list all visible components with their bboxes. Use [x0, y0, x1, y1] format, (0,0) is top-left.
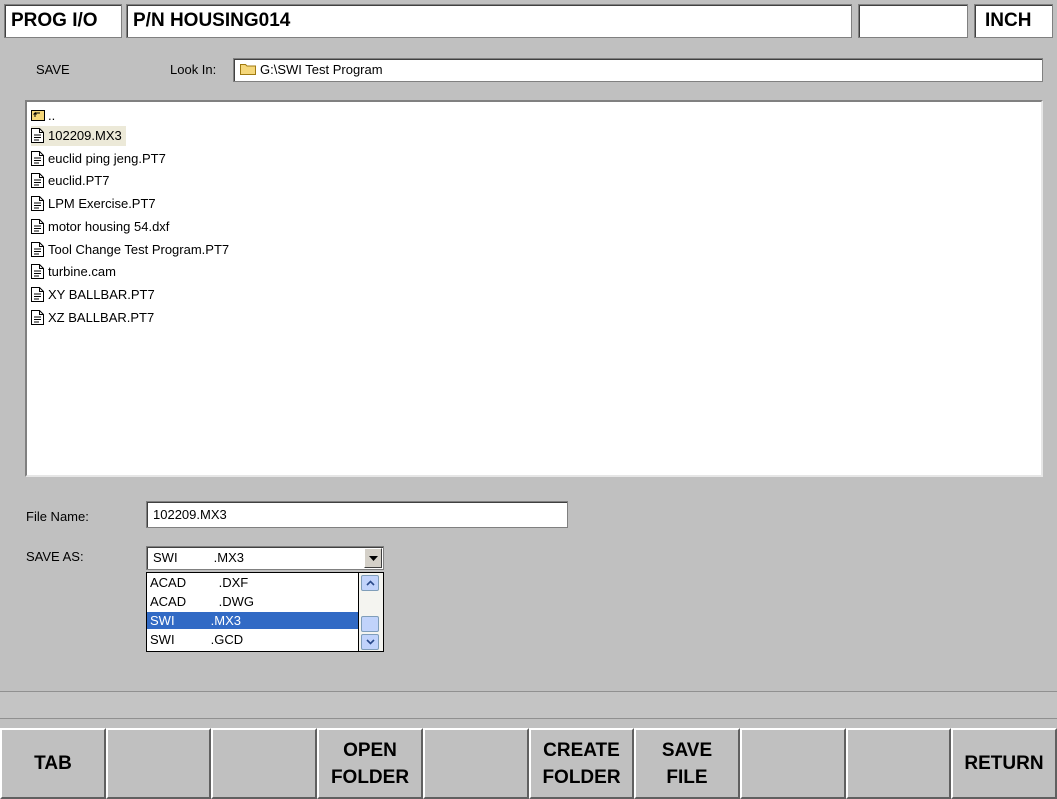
file-name-input[interactable]: 102209.MX3 — [146, 501, 568, 528]
save-as-option[interactable]: SWI .GCD — [147, 631, 358, 648]
file-list[interactable]: .. 102209.MX3 euclid ping jeng.PT7 euclid.… — [25, 100, 1043, 477]
file-list-item[interactable]: turbine.cam — [31, 262, 120, 282]
softkey-save-file[interactable]: SAVE FILE — [634, 728, 740, 799]
document-icon — [31, 150, 45, 167]
save-as-option[interactable]: SWI .MX3 — [147, 612, 358, 629]
scroll-thumb[interactable] — [361, 616, 379, 632]
softkey-return[interactable]: RETURN — [951, 728, 1057, 799]
file-list-item[interactable]: motor housing 54.dxf — [31, 217, 173, 237]
save-as-dropdown[interactable]: SWI .MX3 — [146, 546, 384, 570]
file-name-text: 102209.MX3 — [48, 128, 122, 143]
softkey-open-folder[interactable]: OPEN FOLDER — [317, 728, 423, 799]
chevron-down-icon[interactable] — [364, 548, 382, 568]
file-name-text: turbine.cam — [48, 264, 116, 280]
file-list-item[interactable]: euclid ping jeng.PT7 — [31, 149, 170, 169]
softkey-blank-5[interactable] — [423, 728, 529, 799]
document-icon — [31, 241, 45, 258]
file-name-text: motor housing 54.dxf — [48, 218, 170, 234]
document-icon — [31, 218, 45, 235]
file-name-text: XZ BALLBAR.PT7 — [48, 309, 155, 325]
look-in-field[interactable]: G:\SWI Test Program — [233, 58, 1043, 82]
softkey-create-folder[interactable]: CREATE FOLDER — [529, 728, 634, 799]
part-number: P/N HOUSING014 — [126, 4, 852, 38]
mode-title: PROG I/O — [4, 4, 122, 38]
options-scrollbar[interactable] — [359, 572, 384, 652]
save-as-option[interactable]: ACAD .DXF — [147, 574, 358, 591]
parent-folder-item[interactable]: .. — [31, 106, 59, 126]
file-name-text: euclid.PT7 — [48, 173, 110, 189]
softkey-blank-8[interactable] — [740, 728, 846, 799]
document-icon — [31, 173, 45, 189]
softkey-blank-9[interactable] — [846, 728, 951, 799]
document-icon — [31, 264, 45, 280]
file-name-label: File Name: — [26, 509, 89, 524]
scroll-down-icon[interactable] — [361, 634, 379, 650]
file-list-item[interactable]: Tool Change Test Program.PT7 — [31, 240, 233, 260]
file-list-item[interactable]: XZ BALLBAR.PT7 — [31, 308, 158, 328]
folder-icon — [240, 60, 256, 82]
dialog-action-label: SAVE — [36, 62, 70, 77]
status-cell — [858, 4, 968, 38]
document-icon — [31, 128, 45, 144]
units-indicator: INCH — [974, 4, 1053, 38]
look-in-path: G:\SWI Test Program — [260, 62, 383, 77]
scroll-up-icon[interactable] — [361, 575, 379, 591]
softkey-blank-3[interactable] — [211, 728, 317, 799]
file-list-item[interactable]: LPM Exercise.PT7 — [31, 194, 160, 214]
document-icon — [31, 286, 45, 303]
save-as-value: SWI .MX3 — [153, 550, 245, 565]
file-list-item[interactable]: 102209.MX3 — [31, 126, 126, 146]
document-icon — [31, 309, 45, 326]
file-name-text: XY BALLBAR.PT7 — [48, 286, 155, 302]
save-as-label: SAVE AS: — [26, 549, 84, 564]
softkey-tab[interactable]: TAB — [0, 728, 106, 799]
parent-folder-label: .. — [48, 108, 56, 123]
file-list-item[interactable]: XY BALLBAR.PT7 — [31, 285, 159, 305]
file-name-text: Tool Change Test Program.PT7 — [48, 241, 230, 257]
save-as-options-list[interactable]: ACAD .DXF ACAD .DWG SWI .MX3 SWI .GCD — [146, 572, 359, 652]
file-list-item[interactable]: euclid.PT7 — [31, 171, 113, 191]
look-in-label: Look In: — [170, 62, 217, 77]
softkey-blank-2[interactable] — [106, 728, 211, 799]
message-bar — [0, 691, 1057, 719]
folder-up-icon — [31, 108, 45, 124]
document-icon — [31, 196, 45, 212]
file-name-text: euclid ping jeng.PT7 — [48, 150, 166, 166]
save-as-option[interactable]: ACAD .DWG — [147, 593, 358, 610]
file-name-text: LPM Exercise.PT7 — [48, 196, 156, 212]
